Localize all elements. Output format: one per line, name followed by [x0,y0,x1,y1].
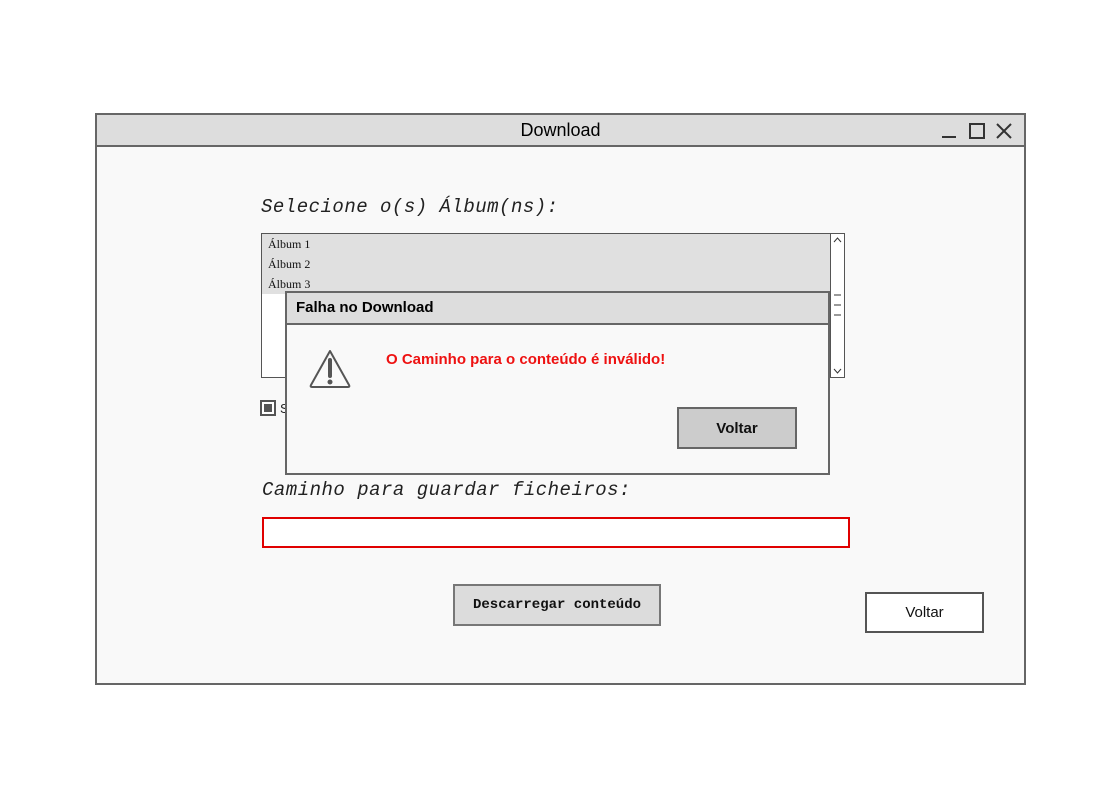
title-bar: Download [97,115,1024,147]
list-item[interactable]: Álbum 1 [262,234,831,254]
minimize-icon[interactable] [939,121,959,141]
albums-label: Selecione o(s) Álbum(ns): [261,196,559,218]
error-message: O Caminho para o conteúdo é inválido! [386,351,666,368]
download-window: Download Selecione o(s) Álbum(ns): Álbum… [95,113,1026,685]
back-button[interactable]: Voltar [865,592,984,633]
dialog-title: Falha no Download [296,299,434,316]
album-list-scrollbar[interactable] [830,233,845,378]
maximize-icon[interactable] [967,121,987,141]
dialog-back-button[interactable]: Voltar [677,407,797,449]
scrollbar-arrows-icon [833,237,842,374]
path-label: Caminho para guardar ficheiros: [262,479,631,501]
dialog-title-bar: Falha no Download [287,293,828,325]
select-all-checkbox[interactable] [260,400,276,416]
window-title: Download [520,120,601,140]
error-dialog: Falha no Download O Caminho para o conte… [285,291,830,475]
warning-icon [309,350,351,388]
path-input[interactable] [262,517,850,548]
checkbox-check-mark [264,404,272,412]
list-item[interactable]: Álbum 2 [262,254,831,274]
download-button[interactable]: Descarregar conteúdo [453,584,661,626]
close-icon[interactable] [994,121,1014,141]
